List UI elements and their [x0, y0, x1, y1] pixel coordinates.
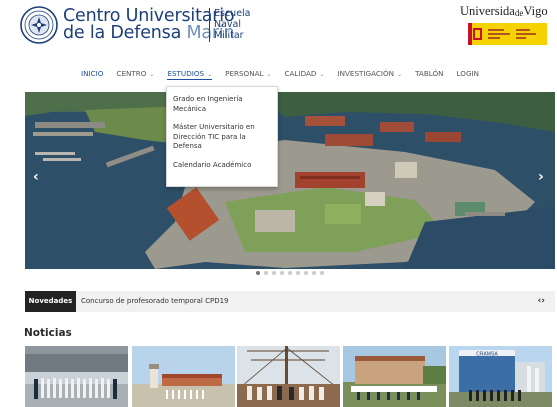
news-photo-4	[343, 346, 446, 407]
building-sign: CRAMSA	[476, 352, 498, 358]
nav-tablon-label: TABLÓN	[415, 69, 444, 78]
nav-personal[interactable]: PERSONAL ⌄	[225, 68, 271, 80]
news-photo-5: CRAMSA	[449, 346, 552, 407]
uvigo-logo[interactable]: UniversidadeVigo	[460, 4, 548, 19]
chevron-down-icon: ⌄	[207, 71, 213, 78]
estudios-dropdown: Grado en Ingeniería Mecánica Máster Univ…	[166, 86, 278, 187]
carousel-next-icon[interactable]: ›	[538, 170, 544, 184]
carousel-dot[interactable]	[304, 271, 308, 275]
news-heading: Noticias	[24, 327, 72, 339]
dropdown-item-master[interactable]: Máster Universitario en Dirección TIC pa…	[173, 123, 271, 152]
news-photo-2	[132, 346, 235, 407]
nav-login-label: LOGIN	[456, 69, 480, 78]
nav-centro[interactable]: CENTRO ⌄	[116, 68, 154, 80]
nav-investigacion-label: INVESTIGACIÓN	[337, 69, 395, 78]
chevron-down-icon: ⌄	[397, 71, 403, 78]
news-photo-1	[25, 346, 128, 407]
brand-line-2: de la Defensa	[63, 23, 182, 43]
carousel-pager	[256, 271, 324, 275]
cud-seal-icon[interactable]	[20, 6, 58, 44]
carousel-dot[interactable]	[312, 271, 316, 275]
escuela-naval-label: Escuela Naval Militar	[214, 8, 251, 41]
nav-estudios-label: ESTUDIOS	[167, 69, 205, 78]
dropdown-item-calendario[interactable]: Calendario Académico	[173, 161, 271, 171]
uvigo-text-2: de	[514, 8, 524, 18]
nav-tablon[interactable]: TABLÓN	[415, 68, 443, 80]
carousel-prev-icon[interactable]: ‹	[33, 170, 39, 184]
main-nav: INICIO CENTRO ⌄ ESTUDIOS ⌄ PERSONAL ⌄ CALID…	[81, 68, 492, 80]
carousel-aerial-photo	[25, 92, 555, 269]
news-ticker: Novedades Concurso de profesorado tempor…	[25, 291, 555, 312]
escuela-line-3: Militar	[214, 30, 244, 41]
news-thumb-3[interactable]	[237, 346, 340, 407]
carousel-dot[interactable]	[256, 271, 260, 275]
hero-carousel[interactable]	[25, 92, 555, 269]
nav-calidad-label: CALIDAD	[284, 69, 317, 78]
carousel-dot[interactable]	[320, 271, 324, 275]
chevron-down-icon: ⌄	[149, 71, 155, 78]
escuela-line-1: Escuela	[214, 8, 251, 19]
carousel-dot[interactable]	[280, 271, 284, 275]
ticker-link[interactable]: Concurso de profesorado temporal CPD19	[81, 291, 229, 312]
ticker-nav-icon[interactable]: ‹›	[538, 291, 545, 312]
carousel-dot[interactable]	[296, 271, 300, 275]
nav-centro-label: CENTRO	[116, 69, 147, 78]
nav-investigacion[interactable]: INVESTIGACIÓN ⌄	[337, 68, 402, 80]
nav-personal-label: PERSONAL	[225, 69, 264, 78]
nav-calidad[interactable]: CALIDAD ⌄	[285, 68, 325, 80]
news-thumb-4[interactable]	[343, 346, 446, 407]
carousel-dot[interactable]	[264, 271, 268, 275]
nav-login[interactable]: LOGIN	[457, 68, 479, 80]
dropdown-item-grado[interactable]: Grado en Ingeniería Mecánica	[173, 95, 271, 114]
news-photo-3	[237, 346, 340, 407]
nav-estudios[interactable]: ESTUDIOS ⌄	[167, 68, 213, 80]
chevron-down-icon: ⌄	[266, 71, 272, 78]
news-thumb-2[interactable]	[132, 346, 235, 407]
ticker-tag: Novedades	[25, 291, 76, 312]
nav-inicio-label: INICIO	[81, 69, 104, 78]
ministry-flag-icon[interactable]	[468, 23, 547, 45]
news-thumb-1[interactable]	[25, 346, 128, 407]
uvigo-text-3: Vigo	[523, 4, 548, 18]
carousel-dot[interactable]	[272, 271, 276, 275]
page: Centro Universitario de la Defensa Marín…	[0, 0, 557, 407]
uvigo-text-1: Universida	[460, 4, 515, 18]
news-thumb-5[interactable]: CRAMSA	[449, 346, 552, 407]
carousel-dot[interactable]	[288, 271, 292, 275]
brand-separator	[209, 8, 210, 42]
chevron-down-icon: ⌄	[319, 71, 325, 78]
escuela-line-2: Naval	[214, 19, 242, 30]
nav-inicio[interactable]: INICIO	[81, 68, 103, 80]
